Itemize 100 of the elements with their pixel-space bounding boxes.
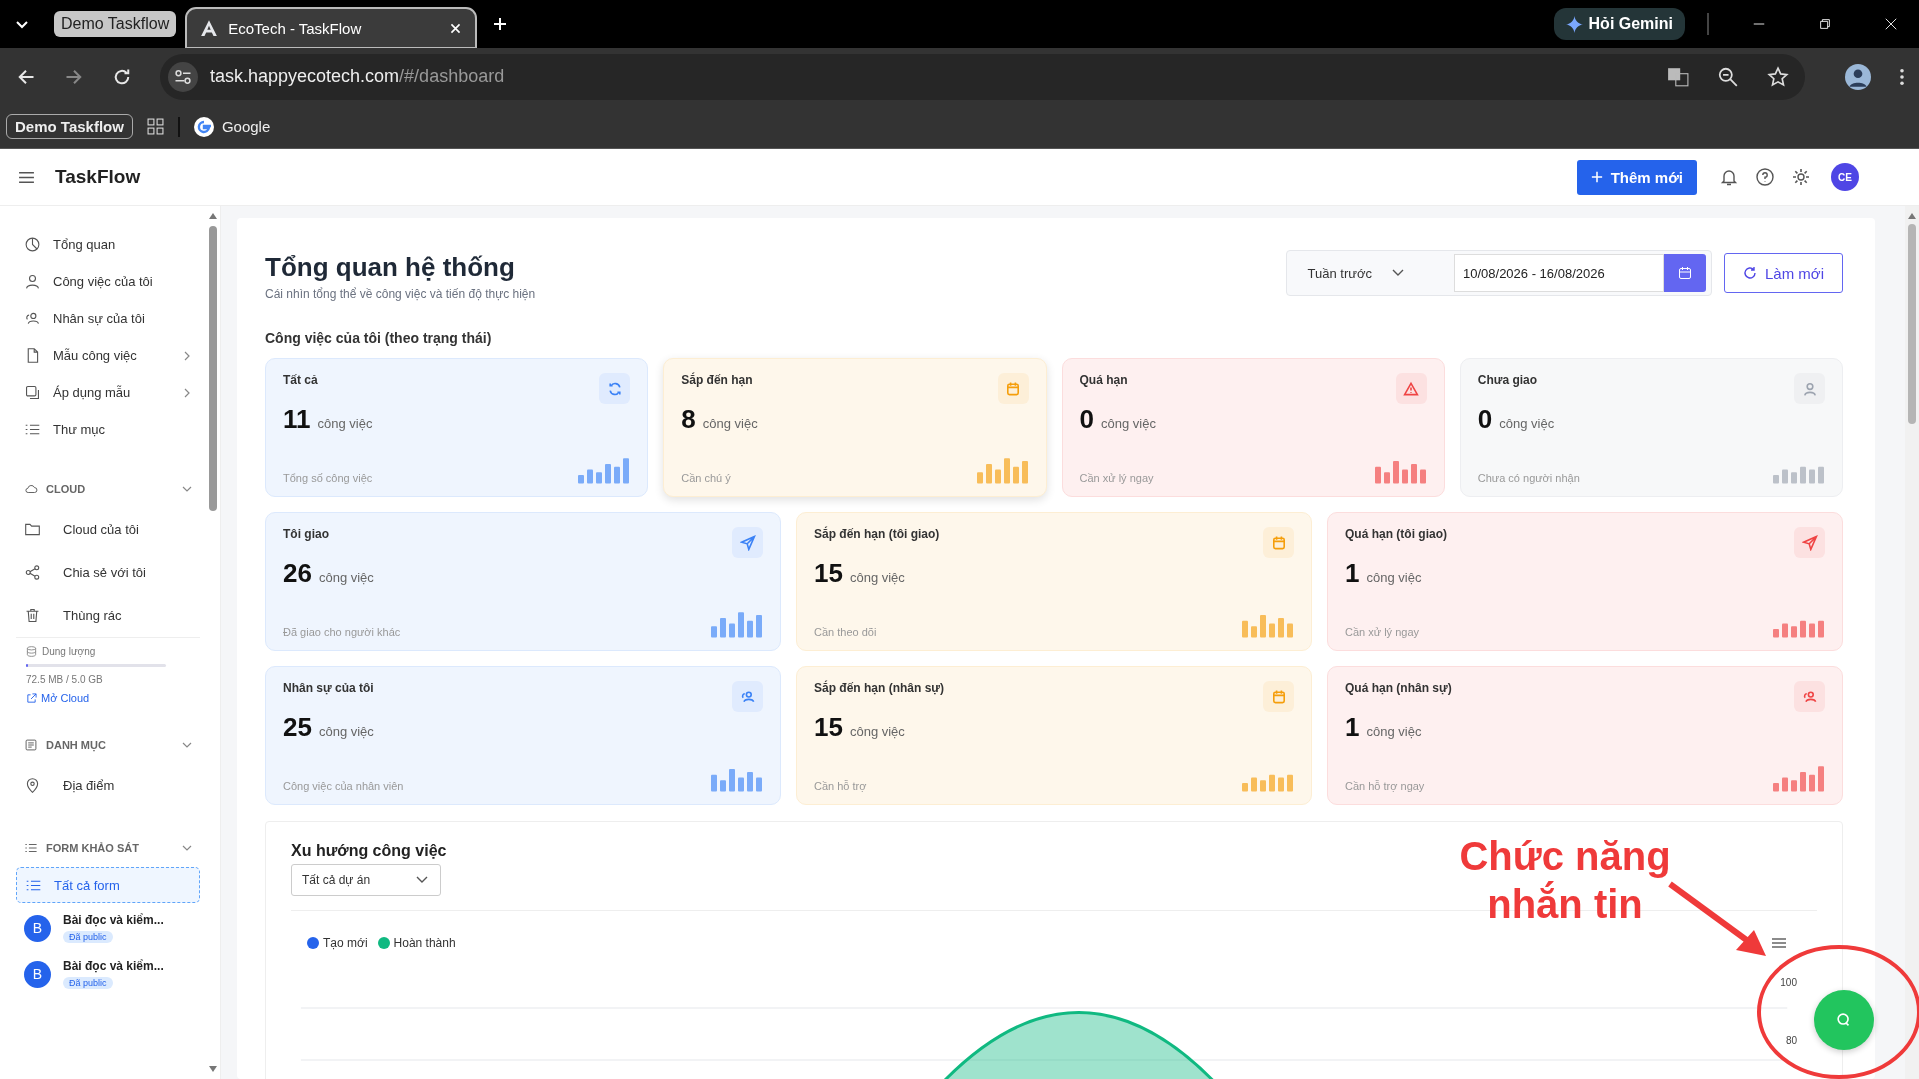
project-dropdown[interactable]: Tất cả dự án [291,864,441,896]
scroll-up-icon[interactable] [208,212,218,220]
page-title: Tổng quan hệ thống [265,252,516,283]
sidebar-item[interactable]: Công việc của tôi [16,263,200,300]
help-icon[interactable] [1755,167,1775,187]
form-item[interactable]: B Bài đọc và kiểm... Đã public [16,903,200,949]
card-label: Tôi giao [283,527,329,541]
chevron-icon[interactable] [182,484,192,494]
chart-menu-icon[interactable] [1771,937,1787,949]
browser-tab[interactable]: EcoTech - TaskFlow [186,8,477,48]
card-label: Tất cả [283,373,318,387]
period-dropdown[interactable]: Tuần trước [1291,265,1454,281]
chevron-icon[interactable] [182,740,192,750]
sidebar-item[interactable]: Địa điểm [16,764,200,807]
stat-card[interactable]: Sắp đến hạn (tôi giao) 15 công việc Cần theo dõi [796,512,1312,651]
zoom-icon[interactable] [1717,65,1739,88]
legend-item[interactable]: Hoàn thành [377,936,456,950]
sidebar-item[interactable]: Tổng quan [16,226,200,263]
pin-icon [24,777,41,794]
annotation-text: Chức năng nhắn tin [1458,833,1672,928]
stat-card[interactable]: Quá hạn (tôi giao) 1 công việc Cần xử lý ngay [1327,512,1843,651]
card-unit: công việc [317,416,373,431]
address-bar[interactable]: task.happyecotech.com/#/dashboard [160,53,1805,100]
sidebar-item[interactable]: Thùng rác [16,594,200,637]
stat-card[interactable]: Nhân sự của tôi 25 công việc Công việc của nhân viên [265,666,781,805]
close-icon[interactable] [449,21,463,35]
translate-icon[interactable] [1667,65,1689,88]
calendar-button[interactable] [1664,254,1706,292]
card-count: 26 [283,558,312,589]
card-count: 0 [1079,404,1094,435]
close-icon[interactable] [1884,17,1898,31]
card-unit: công việc [849,724,905,739]
copy-icon [24,384,41,401]
card-note: Công việc của nhân viên [283,780,404,792]
stat-card[interactable]: Tất cả 11 công việc Tổng số công việc [265,358,649,497]
card-label: Sắp đến hạn [681,373,753,387]
settings-icon[interactable] [1791,167,1811,187]
database-icon [26,646,37,657]
card-note: Chưa có người nhận [1477,472,1580,484]
section-header[interactable]: DANH MỤC [16,726,200,764]
google-logo [193,116,214,137]
tab-group-chip[interactable]: Demo Taskflow [54,11,177,37]
sparkline-icon [1773,765,1825,792]
card-count: 1 [1345,712,1360,743]
form-item[interactable]: B Bài đọc và kiểm... Đã public [16,949,200,995]
sidebar-item[interactable]: Nhân sự của tôi [16,300,200,337]
sidebar-item[interactable]: Thư mục [16,411,200,448]
sidebar-item[interactable]: Tất cả form [16,867,200,903]
restore-icon[interactable] [1818,17,1832,31]
pie-icon [24,236,41,253]
card-label: Quá hạn [1079,373,1128,387]
date-range-field[interactable]: 10/08/2026 - 16/08/2026 [1454,254,1664,292]
refresh-button[interactable]: Làm mới [1724,253,1843,293]
scroll-up-icon[interactable] [1907,212,1917,220]
new-tab-icon[interactable] [492,16,509,32]
card-unit: công việc [1100,416,1156,431]
card-label: Chưa giao [1477,373,1538,387]
apps-icon[interactable] [146,118,164,135]
stat-card[interactable]: Quá hạn (nhân sự) 1 công việc Cần hỗ trợ ngay [1327,666,1843,805]
bookmark-group[interactable]: Demo Taskflow [6,114,133,139]
bell-icon[interactable] [1719,167,1739,187]
sidebar-item[interactable]: Mẫu công việc [16,337,200,374]
stat-card[interactable]: Sắp đến hạn (nhân sự) 15 công việc Cần hỗ trợ [796,666,1312,805]
url-text: task.happyecotech.com/#/dashboard [210,66,505,87]
form-avatar: B [24,960,51,988]
stat-card[interactable]: Quá hạn 0 công việc Cần xử lý ngay [1061,358,1445,497]
bookmark-link[interactable]: Google [193,116,271,137]
add-button[interactable]: Thêm mới [1576,159,1697,195]
caret-icon [416,876,428,884]
stat-card[interactable]: Sắp đến hạn 8 công việc Cần chú ý [663,358,1047,497]
legend-item[interactable]: Tạo mới [307,936,368,950]
sidebar-item[interactable]: Áp dụng mẫu [16,374,200,411]
sidebar-item[interactable]: Cloud của tôi [16,508,200,551]
site-settings-icon[interactable] [168,61,198,92]
refresh-icon [1743,266,1757,280]
scroll-down-icon[interactable] [208,1065,218,1073]
status-badge: Đã public [63,931,113,943]
open-cloud-link[interactable]: Mở Cloud [26,692,192,704]
user-avatar[interactable]: CE [1831,163,1859,191]
chevron-icon[interactable] [182,843,192,853]
stat-card[interactable]: Tôi giao 26 công việc Đã giao cho người khác [265,512,781,651]
section-header[interactable]: FORM KHẢO SÁT [16,829,200,867]
section-header[interactable]: CLOUD [16,470,200,508]
star-icon[interactable] [1767,65,1789,88]
menu-icon[interactable] [18,170,35,184]
app-title: TaskFlow [55,166,141,188]
gemini-button[interactable]: Hỏi Gemini [1553,8,1685,40]
profile-avatar-icon[interactable] [1845,63,1871,90]
folder-icon [24,521,41,538]
scrollbar-thumb[interactable] [209,226,217,511]
menu-icon[interactable] [1899,67,1905,86]
stat-card[interactable]: Chưa giao 0 công việc Chưa có người nhận [1459,358,1843,497]
share-icon [24,564,41,581]
caret-icon [1392,269,1404,277]
external-link-icon [26,692,37,704]
card-label: Sắp đến hạn (tôi giao) [814,527,940,541]
sidebar-item[interactable]: Chia sẻ với tôi [16,551,200,594]
scrollbar-thumb[interactable] [1908,224,1916,424]
card-count: 8 [681,404,696,435]
storage-label: Dung lượng [42,646,96,657]
